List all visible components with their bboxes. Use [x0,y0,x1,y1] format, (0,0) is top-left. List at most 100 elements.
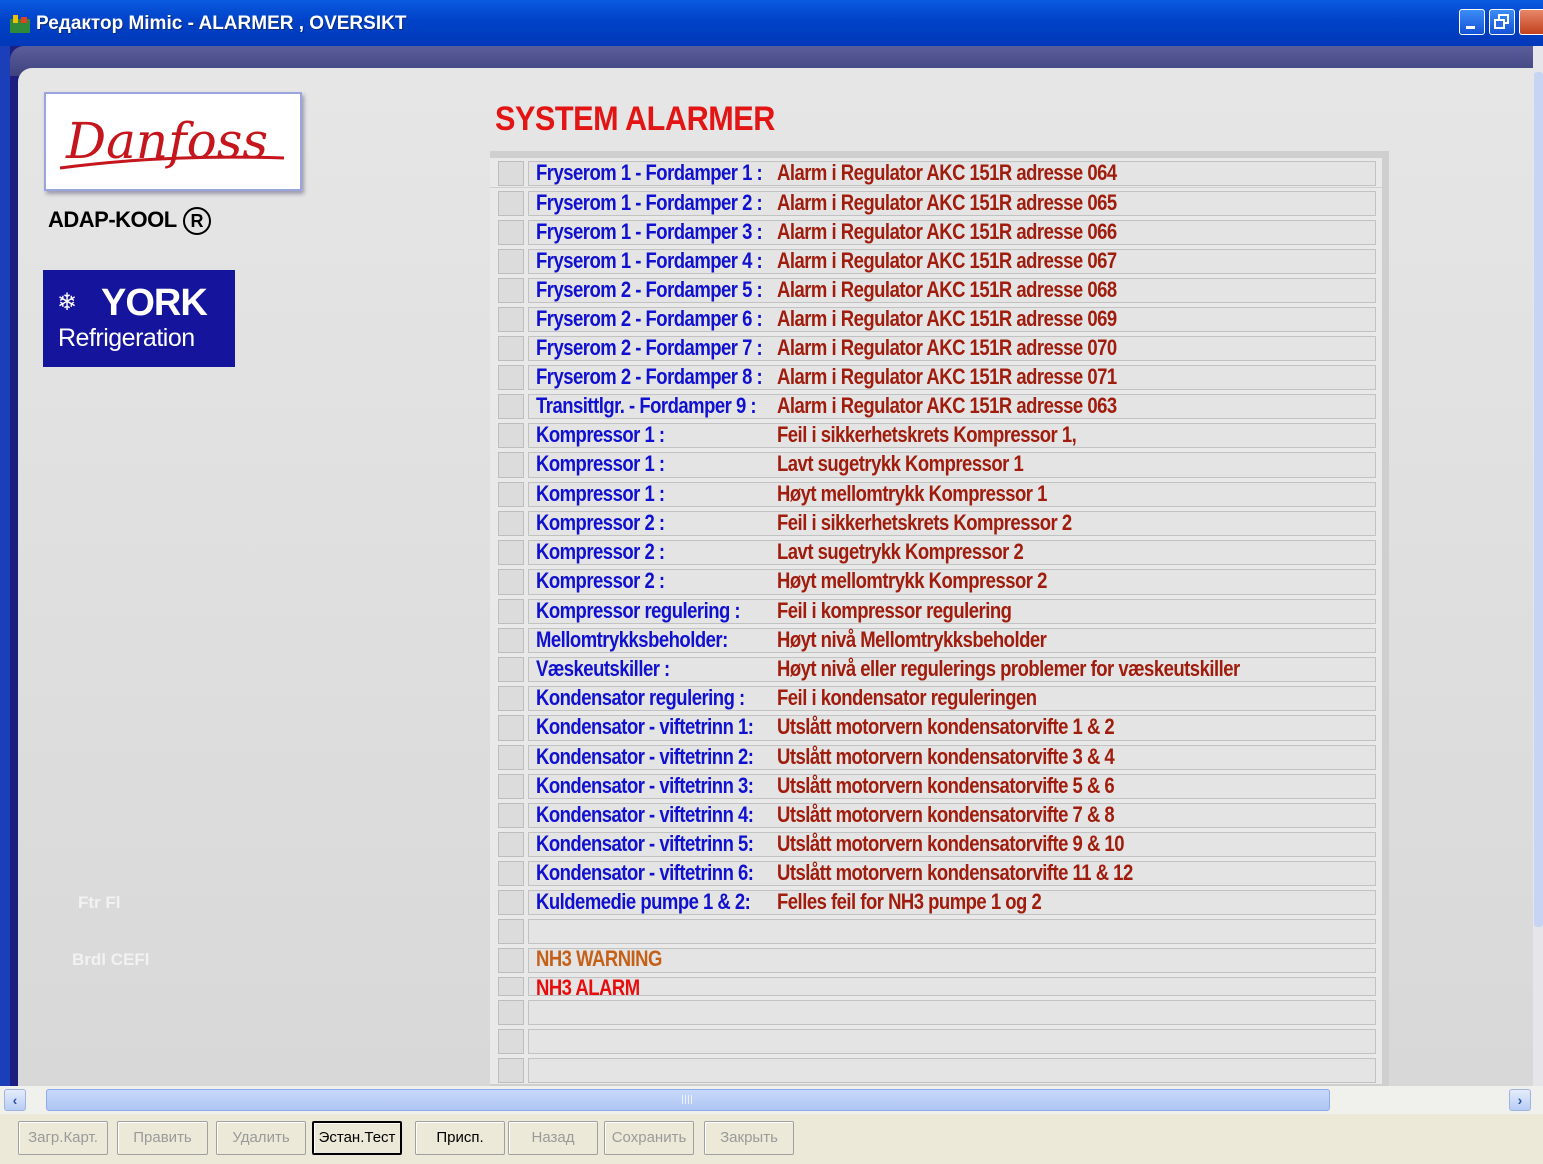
vertical-scroll-thumb[interactable] [1534,72,1543,927]
alarm-indicator [498,599,524,624]
alarm-text: Utslått motorvern kondensatorvifte 1 & 2 [777,714,1115,739]
alarm-row: Kondensator - viftetrinn 3: Utslått motor… [490,771,1382,800]
alarm-text: Utslått motorvern kondensatorvifte 9 & 1… [777,831,1124,856]
alarm-indicator [498,832,524,857]
delete-button[interactable]: Удалить [216,1121,306,1155]
alarm-indicator [498,977,524,996]
alarm-indicator [498,1000,524,1025]
page-title: SYSTEM ALARMER [495,100,775,138]
alarm-indicator [498,1058,524,1083]
alarm-row: Fryserom 1 - Fordamper 2 : Alarm i Regula… [490,188,1382,217]
alarm-indicator [498,657,524,682]
alarm-indicator [498,220,524,245]
alarm-row: Kondensator - viftetrinn 5: Utslått motor… [490,829,1382,858]
danfoss-logo-graphic: Danfoss [59,112,285,170]
title-bar: Редактор Mimic - ALARMER , OVERSIKT [0,0,1543,46]
danfoss-logo: Danfoss [44,92,302,191]
alarm-row: Kompressor 1 : Lavt sugetrykk Kompressor … [490,449,1382,479]
alarm-text: Feil i kondensator reguleringen [777,685,1037,710]
alarm-indicator [498,278,524,303]
alarm-row: Kuldemedie pumpe 1 & 2: Felles feil for N… [490,887,1382,916]
alarm-source-label: Kompressor 1 : [536,451,665,476]
alarm-row: Kondensator - viftetrinn 2: Utslått motor… [490,742,1382,771]
alarm-row: Fryserom 2 - Fordamper 5 : Alarm i Regula… [490,275,1382,304]
set-test-button[interactable]: Эстан.Тест [312,1121,402,1155]
alarm-indicator [498,628,524,653]
close-mimic-button[interactable]: Закрыть [704,1121,794,1155]
alarm-row: Mellomtrykksbeholder: Høyt nivå Mellomtry… [490,625,1382,654]
alarm-row: Fryserom 2 - Fordamper 8 : Alarm i Regula… [490,362,1382,391]
alarm-indicator [498,511,524,536]
york-wordmark: YORK [101,282,208,324]
alarm-text: Alarm i Regulator AKC 151R adresse 065 [777,190,1117,215]
alarm-indicator [498,482,524,507]
alarm-row: Kompressor 2 : Feil i sikkerhetskrets Kom… [490,508,1382,537]
alarm-indicator [498,161,524,186]
alarm-cell [528,919,1376,944]
alarm-source-label: Kompressor 2 : [536,539,665,564]
window-title: Редактор Mimic - ALARMER , OVERSIKT [36,13,407,34]
alarm-indicator [498,365,524,390]
alarm-source-label: Fryserom 2 - Fordamper 6 : [536,306,763,331]
back-button[interactable]: Назад [508,1121,598,1155]
alarm-row [490,1055,1382,1084]
alarm-text: Feil i sikkerhetskrets Kompressor 1, [777,422,1077,447]
alarm-indicator [498,774,524,799]
alarm-text: Alarm i Regulator AKC 151R adresse 070 [777,335,1117,360]
alarm-source-label: Kompressor regulering : [536,598,741,623]
frame-left-border [0,46,10,1164]
alarm-source-label: Fryserom 2 - Fordamper 7 : [536,335,763,360]
alarm-indicator [498,715,524,741]
alarm-text: Alarm i Regulator AKC 151R adresse 064 [777,160,1117,185]
adapt-button[interactable]: Присп. [415,1121,505,1155]
alarm-row [490,916,1382,945]
alarm-indicator [498,919,524,944]
restore-icon [1494,14,1509,29]
alarm-source-label: Væskeutskiller : [536,656,670,681]
alarm-source-label: Fryserom 1 - Fordamper 1 : [536,160,763,185]
alarm-row: Transittlgr. - Fordamper 9 : Alarm i Regu… [490,391,1382,420]
alarm-text: Alarm i Regulator AKC 151R adresse 066 [777,219,1117,244]
alarm-indicator [498,540,524,565]
alarm-text: Feil i sikkerhetskrets Kompressor 2 [777,510,1072,535]
alarm-indicator [498,307,524,332]
alarm-source-label: Kondensator - viftetrinn 4: [536,802,754,827]
alarm-row: Fryserom 1 - Fordamper 4 : Alarm i Regula… [490,246,1382,275]
alarm-indicator [498,423,524,448]
alarm-row [490,1026,1382,1055]
alarm-source-label: Mellomtrykksbeholder: [536,627,728,652]
alarm-indicator [498,745,524,770]
alarm-row: NH3 WARNING [490,945,1382,974]
alarm-row: Fryserom 1 - Fordamper 1 : Alarm i Regula… [490,158,1382,187]
alarm-row: Kompressor 2 : Lavt sugetrykk Kompressor … [490,537,1382,566]
edit-button[interactable]: Править [117,1121,208,1155]
alarm-row: Kondensator regulering : Feil i kondensat… [490,683,1382,712]
alarm-source-label: Kompressor 1 : [536,481,665,506]
alarm-text: Alarm i Regulator AKC 151R adresse 067 [777,248,1117,273]
york-logo: ❄ YORK Refrigeration [43,270,235,367]
save-button[interactable]: Сохранить [604,1121,694,1155]
alarm-text: Felles feil for NH3 pumpe 1 og 2 [777,889,1042,914]
alarm-row: Kompressor 1 : Høyt mellomtrykk Kompresso… [490,479,1382,508]
alarm-text: Alarm i Regulator AKC 151R adresse 071 [777,364,1117,389]
minimize-button[interactable] [1459,9,1485,35]
alarm-row: Fryserom 2 - Fordamper 7 : Alarm i Regula… [490,333,1382,362]
alarm-indicator [498,803,524,828]
alarm-source-label: Kompressor 2 : [536,510,665,535]
alarm-text: Utslått motorvern kondensatorvifte 3 & 4 [777,744,1115,769]
close-button[interactable] [1519,9,1543,35]
alarm-panel: Fryserom 1 - Fordamper 1 : Alarm i Regula… [490,151,1389,1086]
alarm-text: Lavt sugetrykk Kompressor 2 [777,539,1024,564]
alarm-row: Væskeutskiller : Høyt nivå eller reguleri… [490,654,1382,683]
restore-button[interactable] [1489,9,1515,35]
alarm-row: Kondensator - viftetrinn 1: Utslått motor… [490,712,1382,742]
alarm-indicator [498,249,524,274]
scroll-left-icon[interactable]: ‹ [4,1089,26,1111]
scroll-grip-icon [682,1095,694,1104]
alarm-indicator [498,569,524,595]
alarm-row: Fryserom 2 - Fordamper 6 : Alarm i Regula… [490,304,1382,333]
nh3-warning-label: NH3 WARNING [536,946,662,971]
scroll-right-icon[interactable]: › [1509,1089,1531,1111]
load-map-button[interactable]: Загр.Карт. [18,1121,108,1155]
alarm-indicator [498,452,524,478]
